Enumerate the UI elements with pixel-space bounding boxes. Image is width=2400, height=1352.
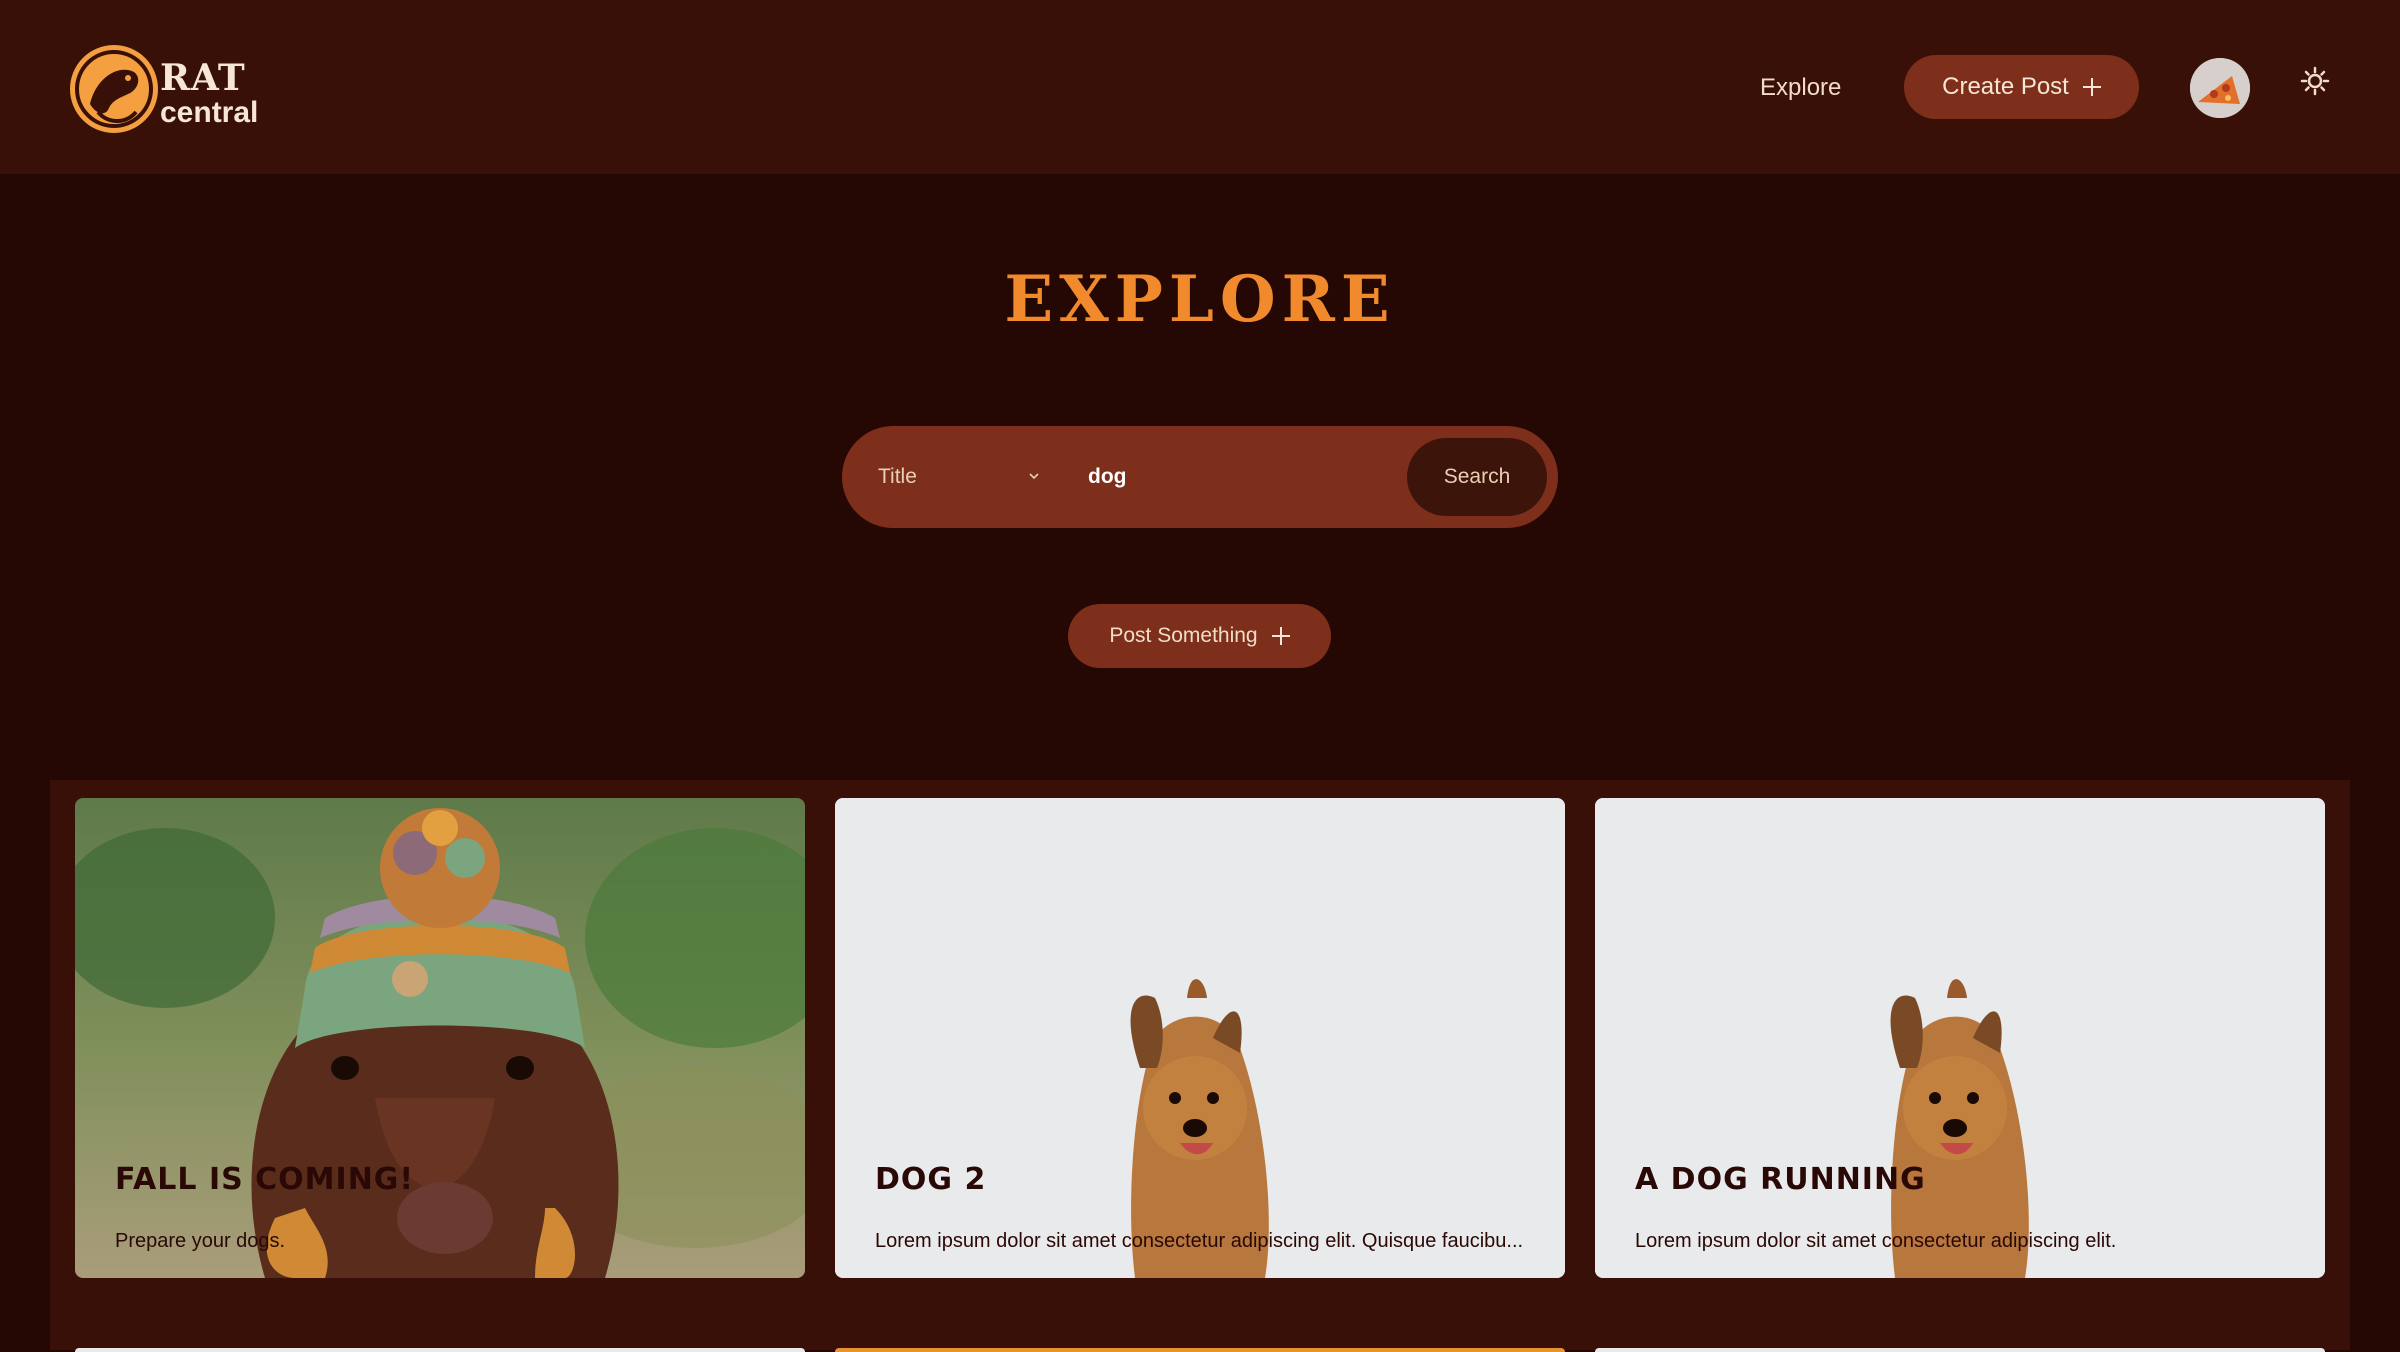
- search-button[interactable]: Search: [1407, 438, 1547, 516]
- post-description: Prepare your dogs.: [115, 1230, 286, 1252]
- logo-text-rat: RAT: [160, 57, 246, 99]
- post-card[interactable]: FALL IS COMING! Prepare your dogs.: [75, 798, 805, 1278]
- post-description: Lorem ipsum dolor sit amet consectetur a…: [1635, 1230, 2117, 1252]
- post-something-button[interactable]: Post Something: [1068, 604, 1331, 668]
- chevron-down-icon: [1029, 473, 1039, 480]
- avatar-image: [2190, 58, 2250, 118]
- search-filter-value: Title: [878, 465, 917, 488]
- post-image: [835, 798, 1565, 1278]
- rat-logo-icon: [70, 45, 158, 133]
- plus-icon: [1271, 627, 1290, 645]
- post-title: A DOG RUNNING: [1635, 1162, 1926, 1197]
- post-image: [75, 798, 805, 1278]
- post-title: DOG 2: [875, 1162, 987, 1197]
- posts-grid: FALL IS COMING! Prepare your dogs. DOG 2…: [50, 780, 2350, 1352]
- post-card-peek: [75, 1348, 805, 1352]
- plus-icon: [2082, 78, 2101, 96]
- page-title: EXPLORE: [1004, 262, 1396, 337]
- logo-text-central: central: [160, 96, 259, 129]
- rat-central-logo[interactable]: RAT central: [68, 42, 268, 136]
- post-image: [1595, 798, 2325, 1278]
- theme-toggle-sun-icon[interactable]: [2300, 66, 2330, 96]
- nav-explore-link[interactable]: Explore: [1760, 70, 1841, 106]
- top-navbar: RAT central Explore Create Post: [0, 0, 2400, 174]
- search-filter-select[interactable]: Title: [878, 456, 1039, 498]
- post-card[interactable]: A DOG RUNNING Lorem ipsum dolor sit amet…: [1595, 798, 2325, 1278]
- post-title: FALL IS COMING!: [115, 1162, 415, 1197]
- search-bar: Title Search: [842, 426, 1558, 528]
- search-input[interactable]: [1088, 456, 1388, 498]
- create-post-button[interactable]: Create Post: [1904, 55, 2139, 119]
- post-card-peek: [835, 1348, 1565, 1352]
- post-something-label: Post Something: [1109, 624, 1258, 647]
- create-post-label: Create Post: [1942, 73, 2069, 100]
- post-card[interactable]: DOG 2 Lorem ipsum dolor sit amet consect…: [835, 798, 1565, 1278]
- post-card-peek: [1595, 1348, 2325, 1352]
- user-avatar[interactable]: [2190, 58, 2250, 118]
- post-description: Lorem ipsum dolor sit amet consectetur a…: [875, 1230, 1524, 1252]
